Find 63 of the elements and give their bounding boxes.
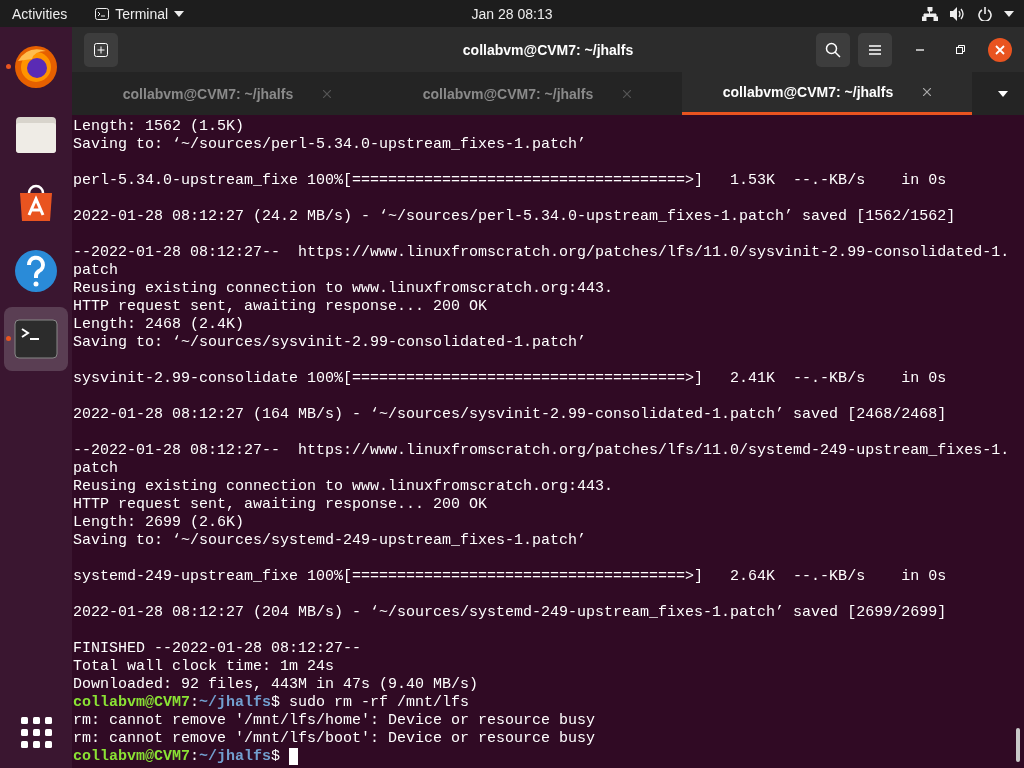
- app-grid-icon[interactable]: [20, 717, 52, 748]
- terminal-line: HTTP request sent, awaiting response... 200 OK: [73, 496, 488, 514]
- terminal-line: Downloaded: 92 files, 443M in 47s (9.40 MB/s): [73, 676, 479, 694]
- prompt-symbol: $: [271, 694, 281, 711]
- prompt-separator: :: [190, 748, 200, 765]
- terminal-tab[interactable]: collabvm@CVM7: ~/jhalfs: [382, 72, 672, 115]
- caret-icon[interactable]: [998, 90, 1008, 97]
- window-title: collabvm@CVM7: ~/jhalfs: [462, 41, 634, 58]
- restore-icon: [955, 45, 965, 54]
- close-icon[interactable]: [923, 88, 932, 96]
- terminal-line: Total wall clock time: 1m 24s: [73, 658, 335, 676]
- terminal-line: HTTP request sent, awaiting response... 200 OK: [73, 298, 488, 316]
- prompt-symbol: $: [271, 748, 281, 765]
- terminal-line: Length: 1562 (1.5K): [73, 118, 245, 136]
- activities-button[interactable]: Activities: [0, 5, 80, 22]
- prompt-path: ~/jhalfs: [199, 694, 272, 711]
- prompt-separator: :: [190, 694, 200, 711]
- terminal-line: Length: 2699 (2.6K): [73, 514, 245, 532]
- help-icon: [12, 247, 60, 295]
- terminal-line: patch: [73, 262, 118, 280]
- scrollbar-thumb[interactable]: [1016, 728, 1020, 762]
- terminal-icon: [95, 7, 110, 20]
- terminal-tab[interactable]: collabvm@CVM7: ~/jhalfs: [682, 72, 972, 115]
- clock[interactable]: Jan 28 08:13: [471, 5, 553, 22]
- firefox-icon: [12, 43, 60, 91]
- terminal-line: rm: cannot remove '/mnt/lfs/boot': Device or resource busy: [73, 730, 596, 748]
- terminal-line: Reusing existing connection to www.linuxfromscratch.org:443.: [73, 478, 614, 496]
- search-button[interactable]: [816, 32, 850, 67]
- menu-button[interactable]: [858, 32, 892, 67]
- terminal-line: --2022-01-28 08:12:27-- https://www.linuxfromscratch.org/patches/lfs/11.0/sysvinit-2.99-consolidated-1.: [73, 244, 1010, 262]
- prompt-user: collabvm@CVM7: [73, 694, 191, 711]
- terminal-line: perl-5.34.0-upstream_fixe 100%[=====================================>] 1.53K --.-KB/s in 0s: [73, 172, 947, 190]
- command-text: sudo rm -rf /mnt/lfs: [288, 694, 470, 711]
- terminal-line: 2022-01-28 08:12:27 (164 MB/s) - ‘~/sources/sysvinit-2.99-consolidated-1.patch’ saved [2468/2468]: [73, 406, 947, 424]
- caret-icon: [174, 10, 185, 17]
- terminal-line: Reusing existing connection to www.linuxfromscratch.org:443.: [73, 280, 614, 298]
- terminal-line: Saving to: ‘~/sources/systemd-249-upstream_fixes-1.patch’: [73, 532, 587, 550]
- terminal-line: Saving to: ‘~/sources/perl-5.34.0-upstream_fixes-1.patch’: [73, 136, 587, 154]
- terminal-line: 2022-01-28 08:12:27 (24.2 MB/s) - ‘~/sources/perl-5.34.0-upstream_fixes-1.patch’ saved [1562/1562]: [73, 208, 956, 226]
- terminal-line: Saving to: ‘~/sources/sysvinit-2.99-consolidated-1.patch’: [73, 334, 587, 352]
- new-tab-button[interactable]: [84, 32, 118, 67]
- terminal-line: sysvinit-2.99-consolidate 100%[=====================================>] 2.41K --.-KB/s in 0s: [73, 370, 947, 388]
- terminal-line: 2022-01-28 08:12:27 (204 MB/s) - ‘~/sources/systemd-249-upstream_fixes-1.patch’ saved [2699/2699]: [73, 604, 947, 622]
- power-icon[interactable]: [978, 6, 992, 21]
- prompt-user: collabvm@CVM7: [73, 748, 191, 765]
- new-tab-icon: [94, 42, 108, 57]
- terminal-line: Length: 2468 (2.4K): [73, 316, 245, 334]
- close-icon: [995, 44, 1005, 55]
- search-icon: [825, 41, 841, 58]
- terminal-line: FINISHED --2022-01-28 08:12:27--: [73, 640, 362, 658]
- terminal-line: rm: cannot remove '/mnt/lfs/home': Device or resource busy: [73, 712, 596, 730]
- network-icon[interactable]: [922, 6, 938, 21]
- terminal-line: patch: [73, 460, 118, 478]
- caret-icon[interactable]: [1004, 10, 1014, 17]
- terminal-tab[interactable]: collabvm@CVM7: ~/jhalfs: [82, 72, 372, 115]
- menu-icon: [869, 44, 881, 55]
- close-button[interactable]: [988, 37, 1012, 62]
- terminal-line: --2022-01-28 08:12:27-- https://www.linuxfromscratch.org/patches/lfs/11.0/systemd-249-upstream_fixes-1.: [73, 442, 1010, 460]
- minimize-icon: [916, 48, 924, 51]
- terminal-line: systemd-249-upstream_fixe 100%[=====================================>] 2.64K --.-KB/s in 0s: [73, 568, 947, 586]
- app-menu[interactable]: Terminal: [95, 5, 185, 22]
- prompt-path: ~/jhalfs: [199, 748, 272, 765]
- volume-icon[interactable]: [950, 6, 966, 21]
